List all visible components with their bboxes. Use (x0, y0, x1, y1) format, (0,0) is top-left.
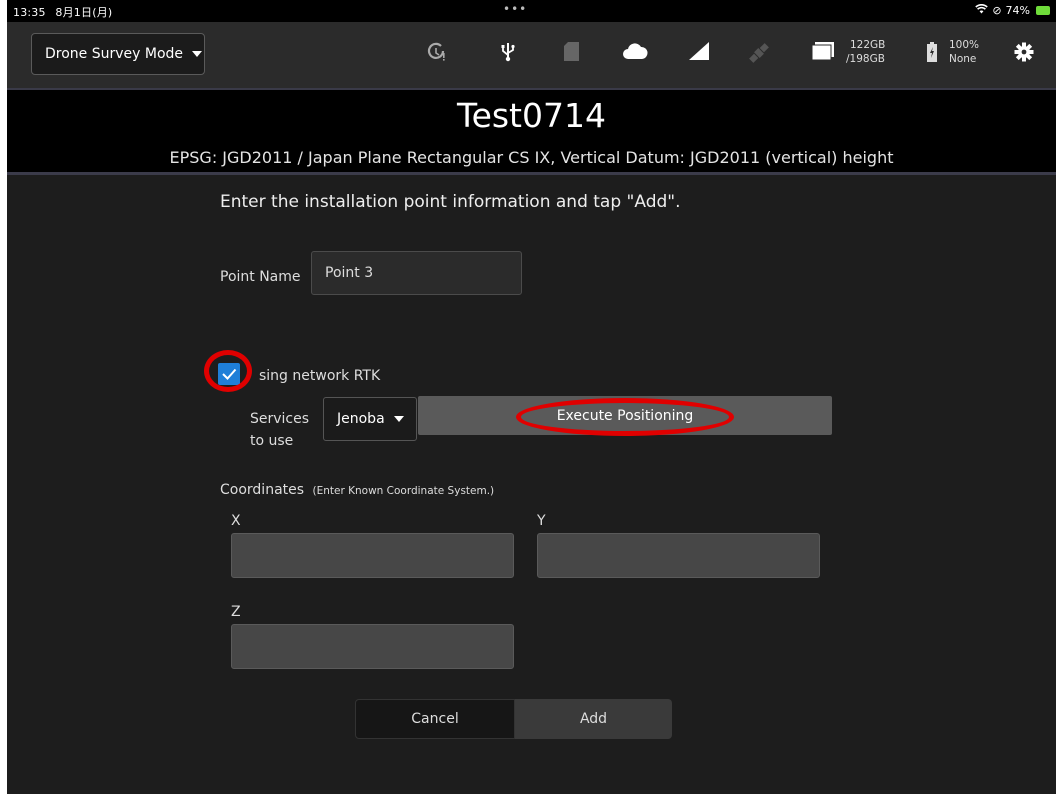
storage-readout: 122GB /198GB (846, 38, 885, 66)
services-label-line1: Services (250, 411, 310, 427)
cancel-button-label: Cancel (411, 711, 459, 727)
service-dropdown-value: Jenoba (337, 411, 385, 427)
battery-status-text: None (949, 53, 977, 65)
annotation-circle-checkbox (204, 350, 252, 392)
chevron-down-icon (192, 51, 203, 57)
mode-dropdown-label: Drone Survey Mode (45, 46, 184, 62)
battery-level-text: 100% (949, 39, 980, 51)
sd-card-icon[interactable] (564, 42, 579, 66)
y-label: Y (537, 513, 546, 529)
status-date-text: 8月1日(月) (55, 6, 113, 19)
folder-icon (811, 42, 834, 65)
battery-readout: 100% None (949, 38, 979, 66)
status-time: 13:35 8月1日(月) (13, 4, 112, 20)
mode-dropdown[interactable]: Drone Survey Mode (31, 33, 205, 75)
page-title: Test0714 (457, 96, 606, 135)
service-dropdown[interactable]: Jenoba (323, 397, 417, 441)
y-coordinate-input[interactable] (537, 533, 820, 578)
add-button[interactable]: Add (515, 699, 672, 739)
z-label: Z (231, 604, 241, 620)
battery-percent-text: 74% (1005, 4, 1030, 17)
multitask-dots[interactable]: ••• (503, 2, 527, 16)
clock-alert-icon[interactable] (427, 42, 447, 67)
wifi-icon (975, 3, 989, 17)
coordinates-label: Coordinates (Enter Known Coordinate Syst… (220, 482, 494, 498)
z-coordinate-input[interactable] (231, 624, 514, 669)
coordinates-hint: (Enter Known Coordinate System.) (312, 485, 495, 497)
chevron-down-icon (393, 416, 404, 422)
status-right-cluster: ⊘ 74% (975, 3, 1050, 17)
battery-charging-icon (1036, 6, 1050, 15)
app-frame: 13:35 8月1日(月) ••• ⊘ 74% Drone Survey Mod… (7, 0, 1056, 794)
add-button-label: Add (579, 711, 608, 727)
instruction-text: Enter the installation point information… (220, 192, 681, 212)
top-toolbar: Drone Survey Mode 122GB /198GB 100% None (7, 22, 1056, 90)
point-name-value: Point 3 (325, 265, 374, 281)
project-header: Test0714 EPSG: JGD2011 / Japan Plane Rec… (7, 90, 1056, 175)
cloud-icon[interactable] (622, 42, 648, 65)
signal-icon[interactable] (689, 42, 709, 65)
cancel-button[interactable]: Cancel (355, 699, 515, 739)
x-label: X (231, 513, 241, 529)
network-rtk-label: sing network RTK (259, 368, 381, 384)
satellite-icon[interactable] (748, 42, 770, 69)
gear-icon[interactable] (1014, 42, 1034, 67)
usb-icon[interactable] (500, 42, 516, 67)
battery-icon (927, 42, 937, 67)
storage-total-text: /198GB (846, 53, 885, 65)
coordinates-label-text: Coordinates (220, 482, 305, 498)
x-coordinate-input[interactable] (231, 533, 514, 578)
orientation-lock-icon: ⊘ (992, 4, 1002, 17)
services-label: Services to use (250, 408, 309, 452)
annotation-circle-execute (516, 398, 734, 436)
status-time-text: 13:35 (13, 6, 46, 19)
point-name-input[interactable]: Point 3 (311, 251, 522, 295)
point-name-label: Point Name (220, 269, 301, 285)
services-label-line2: to use (250, 433, 294, 449)
storage-used-text: 122GB (850, 39, 886, 51)
ios-status-bar: 13:35 8月1日(月) ••• ⊘ 74% (7, 0, 1056, 22)
epsg-info: EPSG: JGD2011 / Japan Plane Rectangular … (169, 148, 894, 167)
